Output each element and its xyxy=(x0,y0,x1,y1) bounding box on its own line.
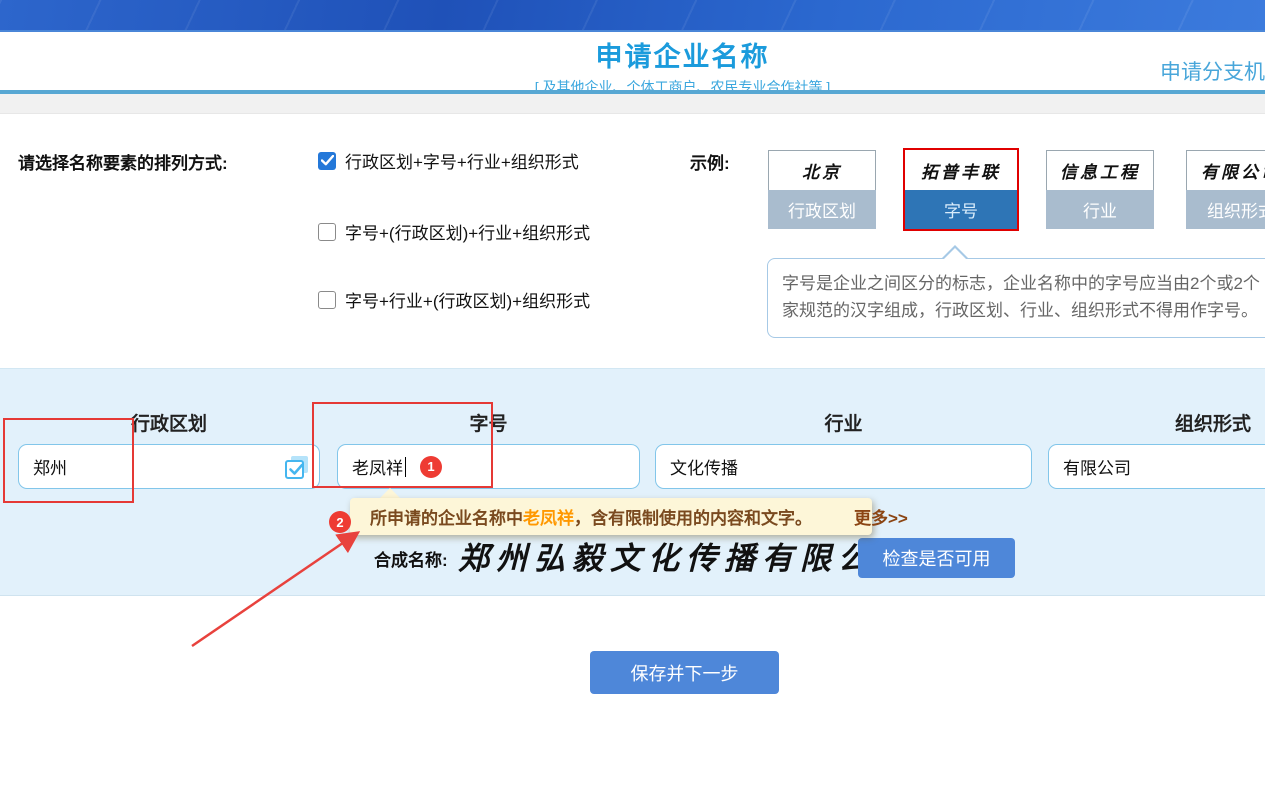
page-title: 申请企业名称 xyxy=(100,35,1265,74)
arrangement-option-1[interactable]: 行政区划+字号+行业+组织形式 xyxy=(318,148,579,173)
arrangement-option-2[interactable]: 字号+(行政区划)+行业+组织形式 xyxy=(318,219,590,244)
section-strip xyxy=(0,94,1265,114)
tooltip-line-2: 家规范的汉字组成，行政区划、行业、组织形式不得用作字号。 xyxy=(768,297,1265,324)
region-input-value: 郑州 xyxy=(33,454,67,479)
example-name: 信息工程 xyxy=(1046,150,1154,190)
tooltip-arrow-inner xyxy=(944,248,966,259)
arrangement-option-label: 行政区划+字号+行业+组织形式 xyxy=(345,148,579,173)
trade-name-input-value: 老凤祥 xyxy=(352,454,403,479)
example-box-industry: 信息工程 行业 xyxy=(1046,150,1154,229)
checkbox-unchecked-icon[interactable] xyxy=(318,223,336,241)
warning-tooltip-arrow xyxy=(380,488,400,498)
arrangement-option-label: 字号+(行政区划)+行业+组织形式 xyxy=(345,219,590,244)
checkbox-unchecked-icon[interactable] xyxy=(318,291,336,309)
field-label-trade-name: 字号 xyxy=(337,409,640,436)
example-category: 字号 xyxy=(905,190,1017,229)
application-page: 申请企业名称 [ 及其他企业、个体工商户、农民专业合作社等 ] 申请分支机 请选… xyxy=(0,0,1265,805)
example-category: 组织形式 xyxy=(1186,190,1265,229)
example-category: 行业 xyxy=(1046,190,1154,229)
industry-input-value: 文化传播 xyxy=(670,454,738,479)
save-next-button[interactable]: 保存并下一步 xyxy=(590,651,779,694)
arrangement-option-3[interactable]: 字号+行业+(行政区划)+组织形式 xyxy=(318,287,590,312)
example-name: 拓普丰联 xyxy=(905,150,1017,190)
check-availability-button[interactable]: 检查是否可用 xyxy=(858,538,1015,578)
select-region-icon[interactable] xyxy=(284,454,310,480)
example-box-org-form: 有限公司 组织形式 xyxy=(1186,150,1265,229)
example-box-trade-name: 拓普丰联 字号 xyxy=(903,148,1019,231)
page-header: 申请企业名称 [ 及其他企业、个体工商户、农民专业合作社等 ] xyxy=(100,30,1265,90)
region-input[interactable]: 郑州 xyxy=(18,444,320,489)
annotation-badge-2: 2 xyxy=(329,511,351,533)
industry-input[interactable]: 文化传播 xyxy=(655,444,1032,489)
warning-text-highlight: 老凤祥 xyxy=(523,504,574,529)
annotation-badge-1: 1 xyxy=(420,456,442,478)
example-box-region: 北京 行政区划 xyxy=(768,150,876,229)
tooltip-line-1: 字号是企业之间区分的标志，企业名称中的字号应当由2个或2个 xyxy=(768,259,1265,297)
composed-name-value: 郑州弘毅文化传播有限公司 xyxy=(458,533,914,578)
arrangement-label: 请选择名称要素的排列方式: xyxy=(18,149,228,174)
warning-more-link[interactable]: 更多>> xyxy=(854,504,908,529)
branch-application-link[interactable]: 申请分支机 xyxy=(1160,56,1265,86)
field-label-org-form: 组织形式 xyxy=(1048,409,1265,436)
example-category: 行政区划 xyxy=(768,190,876,229)
warning-text-prefix: 所申请的企业名称中 xyxy=(370,504,523,529)
checkbox-checked-icon[interactable] xyxy=(318,152,336,170)
composed-name-label: 合成名称: xyxy=(374,546,448,571)
text-cursor xyxy=(405,457,406,477)
top-banner xyxy=(0,0,1265,32)
example-name: 北京 xyxy=(768,150,876,190)
warning-text-suffix: ，含有限制使用的内容和文字。 xyxy=(574,504,812,529)
arrangement-option-label: 字号+行业+(行政区划)+组织形式 xyxy=(345,287,590,312)
example-label: 示例: xyxy=(690,149,730,174)
example-name: 有限公司 xyxy=(1186,150,1265,190)
trade-name-input[interactable]: 老凤祥 1 xyxy=(337,444,640,489)
field-label-region: 行政区划 xyxy=(18,409,320,436)
example-tooltip: 字号是企业之间区分的标志，企业名称中的字号应当由2个或2个 家规范的汉字组成，行… xyxy=(767,258,1265,338)
org-form-input[interactable]: 有限公司 xyxy=(1048,444,1265,489)
warning-tooltip: 所申请的企业名称中老凤祥，含有限制使用的内容和文字。 更多>> xyxy=(350,498,872,535)
field-label-industry: 行业 xyxy=(655,409,1032,436)
org-form-input-value: 有限公司 xyxy=(1063,454,1131,479)
